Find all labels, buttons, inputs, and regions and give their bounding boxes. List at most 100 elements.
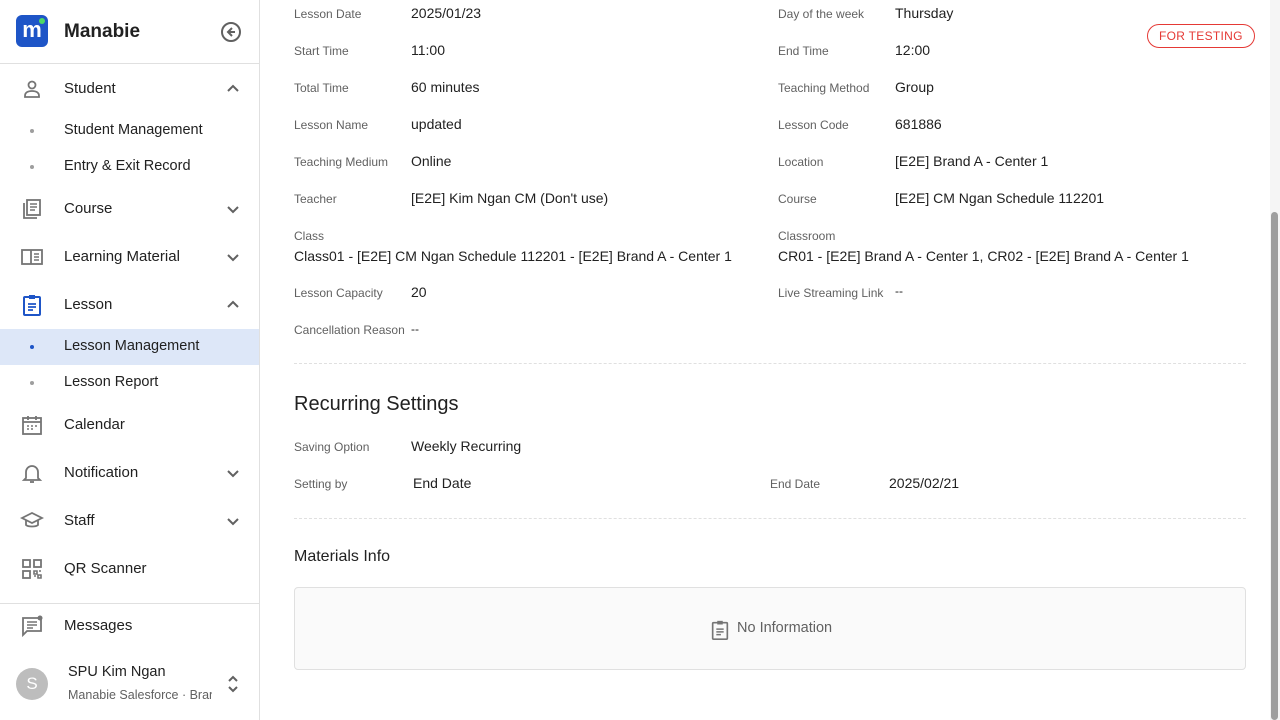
sidebar-item-label: Student Management — [64, 122, 203, 138]
brand-name: Manabie — [64, 21, 141, 42]
user-organization: Manabie Salesforce · Brand A — [68, 688, 212, 702]
sidebar-item-student-management[interactable]: Student Management — [0, 113, 259, 149]
class-value: Class01 - [E2E] CM Ngan Schedule 112201 … — [294, 248, 732, 264]
bullet-dot — [30, 165, 34, 169]
field-label: Lesson Capacity — [294, 286, 383, 300]
sidebar-item-label: Course — [64, 200, 113, 217]
sidebar-item-lesson[interactable]: Lesson — [0, 281, 259, 329]
sidebar-item-learning-material[interactable]: Learning Material — [0, 233, 259, 281]
sidebar-item-messages[interactable]: Messages — [0, 602, 259, 650]
bullet-dot — [30, 381, 34, 385]
sidebar-item-label: Notification — [64, 464, 139, 481]
status-badge: FOR TESTING — [1147, 24, 1255, 48]
section-title: Recurring Settings — [294, 393, 459, 415]
location-value: [E2E] Brand A - Center 1 — [895, 153, 1049, 169]
field-label: Location — [778, 155, 824, 169]
day-of-week-value: Thursday — [895, 5, 954, 21]
sidebar-item-staff[interactable]: Staff — [0, 497, 259, 545]
bullet-dot — [30, 129, 34, 133]
teaching-medium-value: Online — [411, 153, 452, 169]
lesson-capacity-value: 20 — [411, 284, 427, 300]
start-time-value: 11:00 — [411, 42, 445, 58]
field-label: Lesson Code — [778, 118, 849, 132]
collapse-sidebar-icon[interactable] — [219, 20, 243, 44]
field-label: Total Time — [294, 81, 349, 95]
sidebar-item-notification[interactable]: Notification — [0, 449, 259, 497]
field-label: Teaching Medium — [294, 155, 389, 169]
empty-state-text: No Information — [737, 620, 833, 636]
school-icon — [20, 509, 44, 533]
sidebar-item-label: Student — [64, 80, 116, 97]
lesson-code-value: 681886 — [895, 116, 942, 132]
logo-dot — [39, 18, 45, 24]
clipboard-icon — [20, 293, 44, 317]
course-icon — [20, 197, 44, 221]
sidebar-item-lesson-management[interactable]: Lesson Management — [0, 329, 259, 365]
book-icon — [20, 245, 44, 269]
section-divider — [294, 363, 1246, 364]
field-label: Cancellation Reason — [294, 323, 405, 337]
field-label: Teacher — [294, 192, 337, 206]
field-label: Teaching Method — [778, 81, 870, 95]
field-label: End Date — [770, 477, 821, 491]
unfold-icon[interactable] — [221, 672, 245, 696]
sidebar-item-label: Entry & Exit Record — [64, 158, 191, 174]
cancellation-reason-value: -- — [411, 322, 419, 336]
total-time-value: 60 minutes — [411, 79, 480, 95]
sidebar-item-label: Lesson Report — [64, 374, 159, 390]
person-icon — [20, 77, 44, 101]
sidebar-item-qr-scanner[interactable]: QR Scanner — [0, 545, 259, 593]
sidebar-item-label: Staff — [64, 512, 95, 529]
sidebar-item-label: Messages — [64, 617, 133, 634]
field-label: End Time — [778, 44, 829, 58]
field-label: Classroom — [778, 229, 836, 243]
classroom-value: CR01 - [E2E] Brand A - Center 1, CR02 - … — [778, 248, 1189, 264]
sidebar-item-label: Calendar — [64, 416, 125, 433]
field-label: Class — [294, 229, 325, 243]
bell-icon — [20, 461, 44, 485]
sidebar-item-lesson-report[interactable]: Lesson Report — [0, 365, 259, 401]
sidebar-item-entry-exit-record[interactable]: Entry & Exit Record — [0, 149, 259, 185]
sidebar-item-label: Lesson — [64, 296, 113, 313]
avatar[interactable]: S — [16, 668, 48, 700]
bullet-dot — [30, 345, 34, 349]
sidebar-header: m Manabie — [0, 0, 259, 64]
section-title: Materials Info — [294, 548, 391, 565]
sidebar-item-label: Lesson Management — [64, 338, 200, 354]
teaching-method-value: Group — [895, 79, 934, 95]
chevron-down-icon — [221, 509, 245, 533]
end-date-value: 2025/02/21 — [889, 475, 960, 491]
chevron-down-icon — [221, 245, 245, 269]
sidebar-item-course[interactable]: Course — [0, 185, 259, 233]
sidebar-item-calendar[interactable]: Calendar — [0, 401, 259, 449]
sidebar-item-student[interactable]: Student — [0, 65, 259, 113]
sidebar-item-label: Learning Material — [64, 248, 180, 265]
field-label: Course — [778, 192, 817, 206]
lesson-name-value: updated — [411, 116, 462, 132]
end-time-value: 12:00 — [895, 42, 931, 58]
chevron-up-icon — [221, 293, 245, 317]
teacher-value: [E2E] Kim Ngan CM (Don't use) — [411, 190, 609, 206]
chevron-up-icon — [221, 77, 245, 101]
user-name: SPU Kim Ngan — [68, 664, 166, 680]
sidebar-item-label: QR Scanner — [64, 560, 147, 577]
materials-empty-state: No Information — [294, 587, 1246, 670]
sidebar: m Manabie Student Student Management Ent… — [0, 0, 260, 720]
chevron-down-icon — [221, 197, 245, 221]
scrollbar-thumb[interactable] — [1271, 212, 1278, 720]
saving-option-value: Weekly Recurring — [411, 438, 522, 454]
manabie-logo: m — [16, 15, 48, 47]
document-icon — [709, 619, 731, 641]
message-icon — [20, 614, 44, 638]
field-label: Start Time — [294, 44, 349, 58]
calendar-icon — [20, 413, 44, 437]
field-label: Setting by — [294, 477, 348, 491]
live-streaming-link-value: -- — [895, 284, 903, 298]
field-label: Day of the week — [778, 7, 865, 21]
section-divider — [294, 518, 1246, 519]
course-value: [E2E] CM Ngan Schedule 112201 — [895, 190, 1105, 206]
lesson-detail: FOR TESTING Lesson Date 2025/01/23 Day o… — [260, 0, 1270, 720]
field-label: Lesson Name — [294, 118, 369, 132]
field-label: Live Streaming Link — [778, 286, 884, 300]
field-label: Saving Option — [294, 440, 370, 454]
